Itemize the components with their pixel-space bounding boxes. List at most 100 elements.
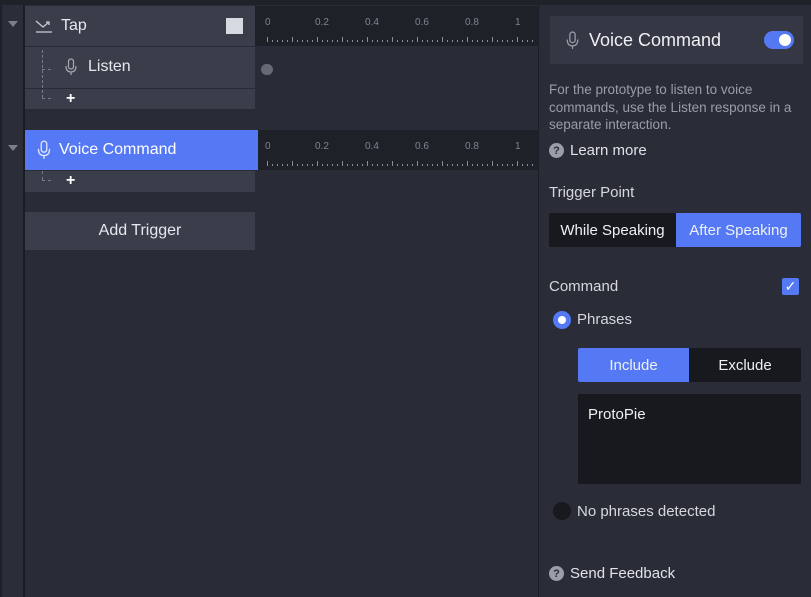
ruler-tick <box>417 37 418 42</box>
timeline-ruler[interactable]: 0 0.2 0.4 0.6 0.8 1 <box>255 6 538 46</box>
ruler-tick <box>447 40 448 42</box>
ruler-tick <box>452 164 453 166</box>
ruler-tick <box>467 161 468 166</box>
ruler-tick <box>292 37 293 42</box>
ruler-tick <box>387 164 388 166</box>
ruler-tick-label: 0.6 <box>415 17 429 28</box>
ruler-tick <box>342 161 343 166</box>
phrases-radio[interactable] <box>553 311 571 329</box>
ruler-tick <box>372 164 373 166</box>
tree-line <box>42 98 51 99</box>
collapse-voice-trigger[interactable] <box>8 145 18 151</box>
trigger-tap[interactable]: Tap <box>25 6 255 46</box>
ruler-tick <box>412 40 413 42</box>
ruler-tick <box>517 37 518 42</box>
phrase-mode-selector: Include Exclude <box>578 348 801 382</box>
send-feedback-link[interactable]: ? Send Feedback <box>549 565 675 582</box>
add-response-row <box>25 89 255 109</box>
ruler-tick <box>487 40 488 42</box>
response-keyframe[interactable] <box>261 64 273 75</box>
description: For the prototype to listen to voice com… <box>549 82 792 132</box>
send-feedback-label: Send Feedback <box>570 565 676 582</box>
timeline-ruler[interactable]: 0 0.2 0.4 0.6 0.8 1 <box>258 130 538 170</box>
ruler-tick <box>267 37 268 42</box>
ruler-tick <box>487 164 488 166</box>
properties-panel: Voice Command For the prototype to liste… <box>538 5 811 597</box>
ruler-tick-label: 0 <box>265 141 271 152</box>
color-swatch[interactable] <box>226 18 243 34</box>
ruler-tick <box>402 40 403 42</box>
ruler-tick <box>442 161 443 166</box>
ruler-tick <box>272 164 273 166</box>
ruler-tick-label: 0 <box>265 17 271 28</box>
ruler-tick <box>427 164 428 166</box>
response-label: Listen <box>88 58 131 75</box>
ruler-tick <box>297 40 298 42</box>
ruler-tick <box>432 164 433 166</box>
ruler-tick <box>282 164 283 166</box>
ruler-tick <box>497 40 498 42</box>
add-response-button[interactable]: + <box>66 172 75 190</box>
option-exclude[interactable]: Exclude <box>689 348 801 382</box>
learn-more-link[interactable]: ? Learn more <box>549 142 647 159</box>
ruler-tick <box>292 161 293 166</box>
ruler-tick <box>332 164 333 166</box>
ruler-tick <box>412 164 413 166</box>
ruler-tick <box>422 164 423 166</box>
command-checkbox[interactable]: ✓ <box>782 278 799 295</box>
collapse-tap-trigger[interactable] <box>8 21 18 27</box>
ruler-tick <box>362 164 363 166</box>
ruler-tick <box>322 40 323 42</box>
ruler-tick <box>287 40 288 42</box>
ruler-tick <box>417 161 418 166</box>
ruler-tick <box>437 40 438 42</box>
add-response-row <box>25 171 255 192</box>
ruler-tick <box>477 164 478 166</box>
phrases-input[interactable]: ProtoPie <box>578 394 801 484</box>
ruler-tick <box>442 37 443 42</box>
ruler-tick <box>282 40 283 42</box>
ruler-tick <box>342 37 343 42</box>
ruler-tick <box>392 37 393 42</box>
ruler-tick <box>517 161 518 166</box>
option-while-speaking[interactable]: While Speaking <box>549 213 676 247</box>
ruler-tick <box>527 40 528 42</box>
no-phrases-radio[interactable] <box>553 502 571 520</box>
ruler-tick-label: 0.2 <box>315 141 329 152</box>
response-listen[interactable]: Listen <box>25 47 255 88</box>
ruler-tick <box>367 161 368 166</box>
ruler-tick <box>492 37 493 42</box>
ruler-tick <box>512 40 513 42</box>
ruler-tick <box>382 40 383 42</box>
ruler-tick <box>382 164 383 166</box>
ruler-tick-label: 0.2 <box>315 17 329 28</box>
ruler-tick-label: 0.6 <box>415 141 429 152</box>
option-after-speaking[interactable]: After Speaking <box>676 213 801 247</box>
ruler-tick <box>472 164 473 166</box>
ruler-tick <box>307 40 308 42</box>
ruler-tick <box>327 40 328 42</box>
left-gutter <box>0 5 23 597</box>
ruler-tick <box>332 40 333 42</box>
ruler-tick <box>302 164 303 166</box>
ruler-tick <box>532 40 533 42</box>
add-response-button[interactable]: + <box>66 90 75 108</box>
toggle-knob <box>779 34 791 46</box>
option-include[interactable]: Include <box>578 348 689 382</box>
ruler-tick <box>272 40 273 42</box>
ruler-tick <box>277 40 278 42</box>
ruler-tick <box>532 164 533 166</box>
ruler-tick <box>352 164 353 166</box>
ruler-tick <box>347 40 348 42</box>
trigger-voice-command[interactable]: Voice Command <box>25 130 255 170</box>
ruler-tick <box>427 40 428 42</box>
ruler-tick <box>447 164 448 166</box>
ruler-tick <box>377 164 378 166</box>
ruler-tick <box>377 40 378 42</box>
ruler-tick <box>492 161 493 166</box>
ruler-tick <box>387 40 388 42</box>
ruler-tick <box>507 40 508 42</box>
add-trigger-button[interactable]: Add Trigger <box>25 212 255 250</box>
enable-toggle[interactable] <box>764 31 794 49</box>
ruler-tick <box>352 40 353 42</box>
